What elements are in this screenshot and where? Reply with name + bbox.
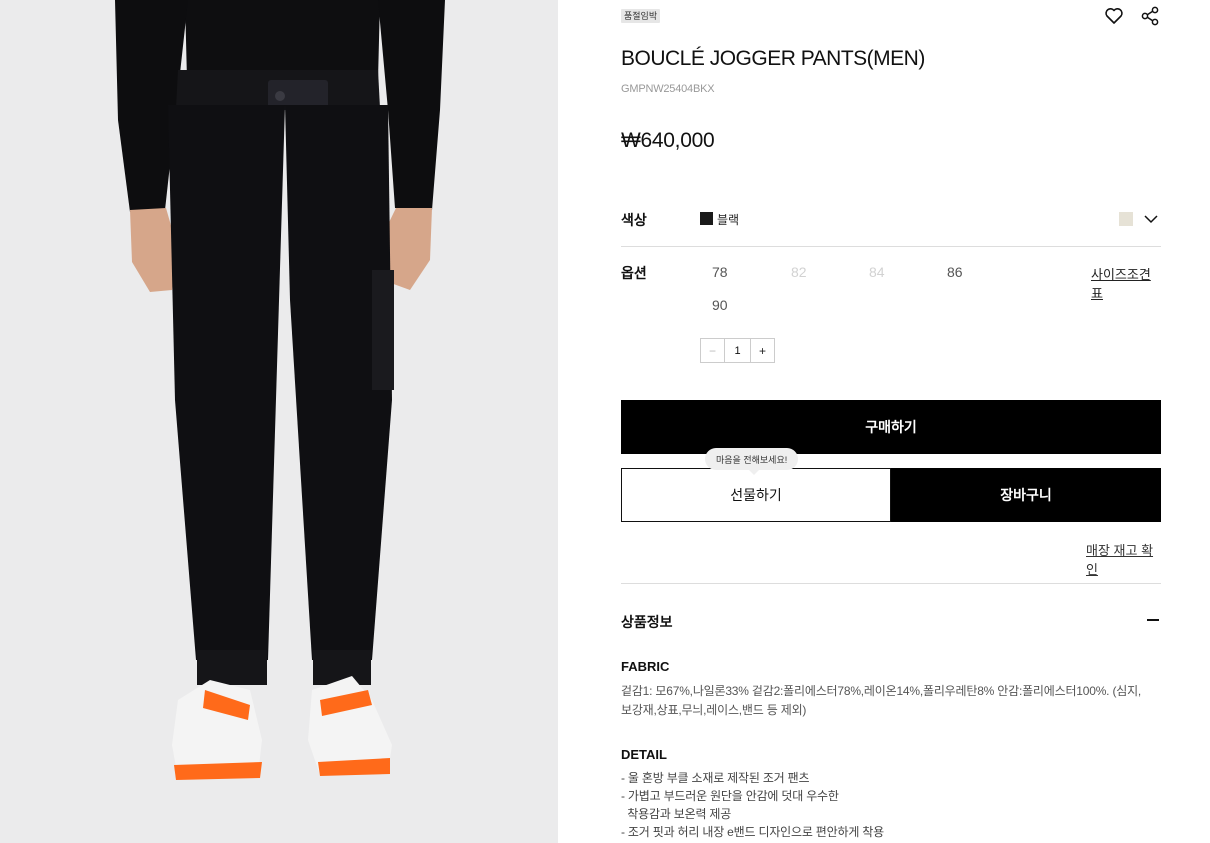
product-photo-illustration xyxy=(0,0,558,843)
option-label: 옵션 xyxy=(621,265,647,281)
heart-icon[interactable] xyxy=(1104,6,1124,26)
add-to-cart-button[interactable]: 장바구니 xyxy=(891,468,1161,522)
buy-now-button[interactable]: 구매하기 xyxy=(621,400,1161,454)
detail-item: - 울 혼방 부클 소재로 제작된 조거 팬츠 xyxy=(621,771,810,785)
quantity-decrease-button[interactable]: − xyxy=(701,339,725,362)
selected-color-name: 블랙 xyxy=(717,213,740,227)
chevron-down-icon[interactable] xyxy=(1143,211,1159,227)
quantity-stepper: − 1 + xyxy=(700,338,775,363)
quantity-increase-button[interactable]: + xyxy=(750,339,774,362)
size-option-row: 옵션 78 82 84 86 90 사이즈조견표 − 1 + xyxy=(621,247,1161,387)
detail-item: - 조거 핏과 허리 내장 e밴드 디자인으로 편안하게 착용 xyxy=(621,825,884,839)
alternate-color-swatch[interactable] xyxy=(1119,212,1133,226)
low-stock-badge: 품절임박 xyxy=(621,9,661,23)
gift-button[interactable]: 선물하기 xyxy=(621,468,891,522)
detail-item: - 가볍고 부드러운 원단을 안감에 덧대 우수한 xyxy=(621,789,839,803)
size-option-82[interactable]: 82 xyxy=(791,264,807,280)
fabric-line: 겉감1: 모67%,나일론33% 겉감2:폴리에스터78%,레이온14%,폴리우… xyxy=(621,684,1142,698)
section-divider xyxy=(621,583,1161,584)
quantity-value[interactable]: 1 xyxy=(725,339,750,362)
product-image xyxy=(0,0,558,843)
size-option-78[interactable]: 78 xyxy=(712,264,728,280)
product-code: GMPNW25404BKX xyxy=(621,83,715,95)
fabric-line: 보강재,상표,무늬,레이스,밴드 등 제외) xyxy=(621,703,807,717)
product-title: BOUCLÉ JOGGER PANTS(MEN) xyxy=(621,47,925,70)
product-price: ₩640,000 xyxy=(621,129,715,152)
store-stock-link[interactable]: 매장 재고 확인 xyxy=(1086,540,1161,578)
collapse-minus-icon[interactable] xyxy=(1146,613,1160,627)
size-chart-link[interactable]: 사이즈조견표 xyxy=(1091,264,1161,302)
share-icon[interactable] xyxy=(1140,6,1160,26)
size-option-86[interactable]: 86 xyxy=(947,264,963,280)
product-info-heading: 상품정보 xyxy=(621,614,673,630)
fabric-description: 겉감1: 모67%,나일론33% 겉감2:폴리에스터78%,레이온14%,폴리우… xyxy=(621,682,1161,720)
detail-heading: DETAIL xyxy=(621,747,667,762)
color-label: 색상 xyxy=(621,212,647,228)
size-option-84[interactable]: 84 xyxy=(869,264,885,280)
gift-tooltip: 마음을 전해보세요! xyxy=(705,448,799,475)
size-option-90[interactable]: 90 xyxy=(712,297,728,313)
detail-list: - 울 혼방 부클 소재로 제작된 조거 팬츠 - 가볍고 부드러운 원단을 안… xyxy=(621,769,1161,841)
selected-color-swatch[interactable] xyxy=(700,212,713,225)
detail-item: 착용감과 보온력 제공 xyxy=(621,807,732,821)
product-info-panel: 품절임박 BOUCLÉ JOGGER PANTS(MEN) GMPNW25404… xyxy=(621,0,1161,843)
color-selector-row: 색상 블랙 xyxy=(621,190,1161,247)
fabric-heading: FABRIC xyxy=(621,659,670,674)
